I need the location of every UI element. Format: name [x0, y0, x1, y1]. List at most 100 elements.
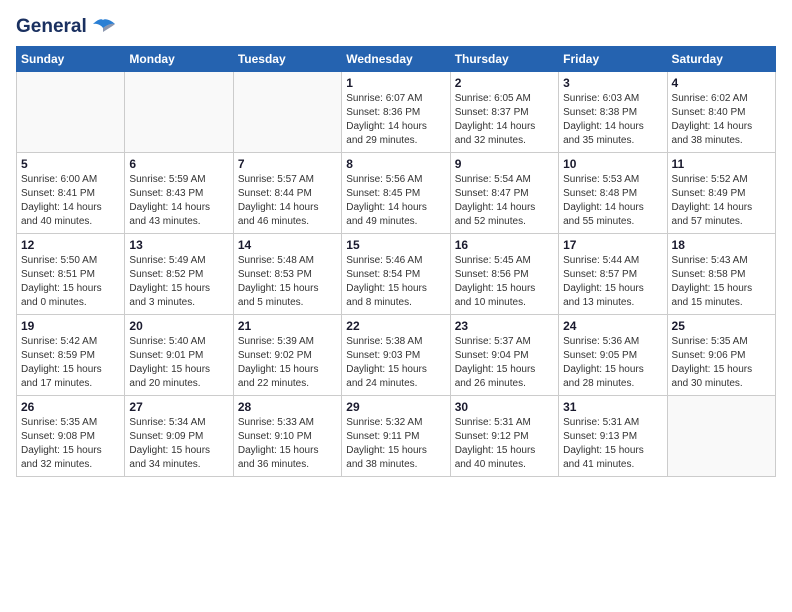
day-cell-23: 23 Sunrise: 5:37 AM Sunset: 9:04 PM Dayli… [450, 315, 558, 396]
day-info-text: Sunrise: 5:35 AM Sunset: 9:06 PM Dayligh… [672, 335, 771, 391]
day-info-text: Sunrise: 5:38 AM Sunset: 9:03 PM Dayligh… [346, 335, 445, 391]
day-number: 11 [672, 157, 771, 171]
week-row-1: 1 Sunrise: 6:07 AM Sunset: 8:36 PM Daylig… [17, 72, 776, 153]
day-number: 27 [129, 400, 228, 414]
day-info-text: Sunrise: 5:43 AM Sunset: 8:58 PM Dayligh… [672, 254, 771, 310]
column-header-tuesday: Tuesday [233, 47, 341, 72]
day-cell-7: 7 Sunrise: 5:57 AM Sunset: 8:44 PM Daylig… [233, 153, 341, 234]
day-cell-17: 17 Sunrise: 5:44 AM Sunset: 8:57 PM Dayli… [559, 234, 667, 315]
day-cell-3: 3 Sunrise: 6:03 AM Sunset: 8:38 PM Daylig… [559, 72, 667, 153]
day-number: 26 [21, 400, 120, 414]
day-number: 7 [238, 157, 337, 171]
day-number: 12 [21, 238, 120, 252]
logo-bird-icon [89, 18, 117, 36]
day-number: 22 [346, 319, 445, 333]
day-cell-16: 16 Sunrise: 5:45 AM Sunset: 8:56 PM Dayli… [450, 234, 558, 315]
day-number: 8 [346, 157, 445, 171]
day-cell-empty [233, 72, 341, 153]
day-number: 9 [455, 157, 554, 171]
day-info-text: Sunrise: 5:33 AM Sunset: 9:10 PM Dayligh… [238, 416, 337, 472]
day-number: 19 [21, 319, 120, 333]
day-number: 28 [238, 400, 337, 414]
day-info-text: Sunrise: 5:40 AM Sunset: 9:01 PM Dayligh… [129, 335, 228, 391]
day-cell-5: 5Sunrise: 6:00 AM Sunset: 8:41 PM Daylig… [17, 153, 125, 234]
day-cell-11: 11 Sunrise: 5:52 AM Sunset: 8:49 PM Dayli… [667, 153, 775, 234]
day-info-text: Sunrise: 5:46 AM Sunset: 8:54 PM Dayligh… [346, 254, 445, 310]
day-cell-27: 27 Sunrise: 5:34 AM Sunset: 9:09 PM Dayli… [125, 396, 233, 477]
day-number: 17 [563, 238, 662, 252]
day-cell-26: 26 Sunrise: 5:35 AM Sunset: 9:08 PM Dayli… [17, 396, 125, 477]
day-info-text: Sunrise: 5:31 AM Sunset: 9:12 PM Dayligh… [455, 416, 554, 472]
week-row-2: 5Sunrise: 6:00 AM Sunset: 8:41 PM Daylig… [17, 153, 776, 234]
day-info-text: Sunrise: 5:57 AM Sunset: 8:44 PM Dayligh… [238, 173, 337, 229]
page-header: General [16, 16, 776, 34]
day-cell-30: 30 Sunrise: 5:31 AM Sunset: 9:12 PM Dayli… [450, 396, 558, 477]
day-info-text: Sunrise: 5:34 AM Sunset: 9:09 PM Dayligh… [129, 416, 228, 472]
day-info-text: Sunrise: 5:45 AM Sunset: 8:56 PM Dayligh… [455, 254, 554, 310]
day-info-text: Sunrise: 5:31 AM Sunset: 9:13 PM Dayligh… [563, 416, 662, 472]
day-info-text: Sunrise: 6:02 AM Sunset: 8:40 PM Dayligh… [672, 92, 771, 148]
day-number: 23 [455, 319, 554, 333]
day-number: 30 [455, 400, 554, 414]
day-cell-14: 14Sunrise: 5:48 AM Sunset: 8:53 PM Dayli… [233, 234, 341, 315]
day-cell-24: 24 Sunrise: 5:36 AM Sunset: 9:05 PM Dayli… [559, 315, 667, 396]
column-header-monday: Monday [125, 47, 233, 72]
day-number: 20 [129, 319, 228, 333]
day-number: 3 [563, 76, 662, 90]
day-cell-empty [667, 396, 775, 477]
day-info-text: Sunrise: 6:03 AM Sunset: 8:38 PM Dayligh… [563, 92, 662, 148]
day-info-text: Sunrise: 5:52 AM Sunset: 8:49 PM Dayligh… [672, 173, 771, 229]
day-info-text: Sunrise: 5:35 AM Sunset: 9:08 PM Dayligh… [21, 416, 120, 472]
column-header-thursday: Thursday [450, 47, 558, 72]
day-cell-6: 6 Sunrise: 5:59 AM Sunset: 8:43 PM Daylig… [125, 153, 233, 234]
day-cell-19: 19 Sunrise: 5:42 AM Sunset: 8:59 PM Dayli… [17, 315, 125, 396]
week-row-5: 26 Sunrise: 5:35 AM Sunset: 9:08 PM Dayli… [17, 396, 776, 477]
day-info-text: Sunrise: 5:49 AM Sunset: 8:52 PM Dayligh… [129, 254, 228, 310]
day-number: 24 [563, 319, 662, 333]
day-number: 1 [346, 76, 445, 90]
day-info-text: Sunrise: 5:48 AM Sunset: 8:53 PM Dayligh… [238, 254, 337, 310]
day-number: 18 [672, 238, 771, 252]
day-info-text: Sunrise: 5:59 AM Sunset: 8:43 PM Dayligh… [129, 173, 228, 229]
day-cell-18: 18 Sunrise: 5:43 AM Sunset: 8:58 PM Dayli… [667, 234, 775, 315]
logo: General [16, 16, 117, 34]
day-info-text: Sunrise: 5:56 AM Sunset: 8:45 PM Dayligh… [346, 173, 445, 229]
day-cell-29: 29Sunrise: 5:32 AM Sunset: 9:11 PM Dayli… [342, 396, 450, 477]
day-number: 10 [563, 157, 662, 171]
day-info-text: Sunrise: 5:42 AM Sunset: 8:59 PM Dayligh… [21, 335, 120, 391]
day-cell-15: 15 Sunrise: 5:46 AM Sunset: 8:54 PM Dayli… [342, 234, 450, 315]
day-cell-21: 21 Sunrise: 5:39 AM Sunset: 9:02 PM Dayli… [233, 315, 341, 396]
calendar-table: SundayMondayTuesdayWednesdayThursdayFrid… [16, 46, 776, 477]
day-cell-empty [17, 72, 125, 153]
day-number: 21 [238, 319, 337, 333]
day-info-text: Sunrise: 5:53 AM Sunset: 8:48 PM Dayligh… [563, 173, 662, 229]
day-cell-4: 4 Sunrise: 6:02 AM Sunset: 8:40 PM Daylig… [667, 72, 775, 153]
week-row-3: 12 Sunrise: 5:50 AM Sunset: 8:51 PM Dayli… [17, 234, 776, 315]
day-number: 16 [455, 238, 554, 252]
day-info-text: Sunrise: 6:07 AM Sunset: 8:36 PM Dayligh… [346, 92, 445, 148]
day-info-text: Sunrise: 5:54 AM Sunset: 8:47 PM Dayligh… [455, 173, 554, 229]
day-number: 15 [346, 238, 445, 252]
day-cell-2: 2Sunrise: 6:05 AM Sunset: 8:37 PM Daylig… [450, 72, 558, 153]
day-info-text: Sunrise: 5:50 AM Sunset: 8:51 PM Dayligh… [21, 254, 120, 310]
day-info-text: Sunrise: 5:39 AM Sunset: 9:02 PM Dayligh… [238, 335, 337, 391]
day-info-text: Sunrise: 5:36 AM Sunset: 9:05 PM Dayligh… [563, 335, 662, 391]
column-header-friday: Friday [559, 47, 667, 72]
day-info-text: Sunrise: 5:44 AM Sunset: 8:57 PM Dayligh… [563, 254, 662, 310]
day-cell-12: 12 Sunrise: 5:50 AM Sunset: 8:51 PM Dayli… [17, 234, 125, 315]
column-header-saturday: Saturday [667, 47, 775, 72]
column-header-wednesday: Wednesday [342, 47, 450, 72]
day-number: 6 [129, 157, 228, 171]
day-cell-10: 10 Sunrise: 5:53 AM Sunset: 8:48 PM Dayli… [559, 153, 667, 234]
day-cell-1: 1 Sunrise: 6:07 AM Sunset: 8:36 PM Daylig… [342, 72, 450, 153]
day-number: 4 [672, 76, 771, 90]
day-number: 13 [129, 238, 228, 252]
day-number: 2 [455, 76, 554, 90]
column-header-sunday: Sunday [17, 47, 125, 72]
day-number: 25 [672, 319, 771, 333]
day-number: 31 [563, 400, 662, 414]
day-cell-13: 13 Sunrise: 5:49 AM Sunset: 8:52 PM Dayli… [125, 234, 233, 315]
day-cell-25: 25 Sunrise: 5:35 AM Sunset: 9:06 PM Dayli… [667, 315, 775, 396]
day-info-text: Sunrise: 5:37 AM Sunset: 9:04 PM Dayligh… [455, 335, 554, 391]
day-cell-empty [125, 72, 233, 153]
